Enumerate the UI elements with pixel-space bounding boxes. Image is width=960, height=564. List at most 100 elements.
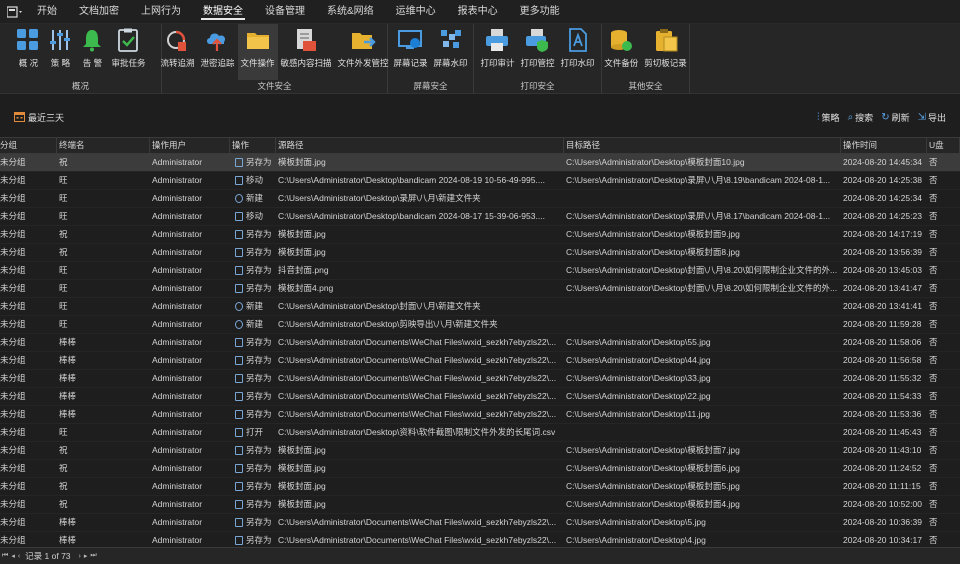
table-cell: 旺 [59, 319, 68, 329]
app-menu-icon[interactable] [4, 3, 26, 21]
record-count: 记录 1 of 73 [25, 551, 71, 561]
table-cell: Administrator [152, 193, 203, 203]
ribbon-button-1-0[interactable]: 流转追溯 [157, 24, 197, 80]
table-row[interactable]: 未分组 祝 Administrator 另存为 模板封面.jpg C:\Users\Adm… [0, 478, 960, 496]
table-row[interactable]: 未分组 旺 Administrator 新建 C:\Users\Administrato… [0, 190, 960, 208]
table-row[interactable]: 未分组 棒棒 Administrator 另存为 C:\Users\Administra… [0, 352, 960, 370]
table-row[interactable]: 未分组 祝 Administrator 另存为 模板封面.jpg C:\Users\Adm… [0, 496, 960, 514]
operation-label: 另存为 [246, 445, 272, 455]
table-row[interactable]: 未分组 旺 Administrator 另存为 模板封面4.png C:\Users\Ad… [0, 280, 960, 298]
menu-item-3[interactable]: 数据安全 [192, 0, 254, 24]
table-cell: Administrator [152, 517, 203, 527]
table-cell: 未分组 [0, 211, 26, 221]
menu-item-4[interactable]: 设备管理 [254, 0, 316, 24]
ribbon-button-0-3[interactable]: 审批任务 [108, 24, 148, 80]
table-row[interactable]: 未分组 棒棒 Administrator 另存为 C:\Users\Administra… [0, 370, 960, 388]
table-cell: 抖音封面.png [278, 265, 329, 275]
toolbar-refresh-button[interactable]: ↻ 刷新 [881, 111, 909, 124]
ribbon-button-0-0[interactable]: 概 况 [12, 24, 44, 80]
table-row[interactable]: 未分组 棒棒 Administrator 另存为 C:\Users\Administra… [0, 388, 960, 406]
menu-item-1[interactable]: 文档加密 [68, 0, 130, 24]
table-row[interactable]: 未分组 旺 Administrator 另存为 抖音封面.png C:\Users\Adm… [0, 262, 960, 280]
menu-item-8[interactable]: 更多功能 [509, 0, 571, 24]
flow-trace-icon [164, 27, 190, 53]
column-header-2[interactable]: 操作用户 [150, 138, 230, 153]
table-cell: 2024-08-20 13:41:47 [843, 283, 922, 293]
operation-cell: 另存为 [230, 280, 276, 297]
menu-item-5[interactable]: 系统&网络 [316, 0, 385, 24]
menu-item-2[interactable]: 上网行为 [130, 0, 192, 24]
table-cell [564, 424, 841, 441]
table-cell: 棒棒 [59, 535, 77, 545]
ribbon-button-1-3[interactable]: 敏感内容扫描 [278, 24, 335, 80]
table-cell: 旺 [59, 265, 68, 275]
table-cell: 棒棒 [59, 373, 77, 383]
first-page-icon[interactable]: ⏮ [2, 552, 9, 560]
table-cell: 未分组 [0, 193, 26, 203]
ribbon-button-3-2[interactable]: 打印水印 [558, 24, 598, 80]
date-range-button[interactable]: 最近三天 [14, 111, 64, 124]
ribbon-button-4-1[interactable]: 剪切板记录 [641, 24, 690, 80]
table-row[interactable]: 未分组 旺 Administrator 打开 C:\Users\Administrato… [0, 424, 960, 442]
ribbon-button-1-4[interactable]: 文件外发管控 [335, 24, 392, 80]
table-row[interactable]: 未分组 棒棒 Administrator 另存为 C:\Users\Administra… [0, 406, 960, 424]
toolbar-export-button[interactable]: ⇲ 导出 [918, 111, 946, 124]
table-row[interactable]: 未分组 旺 Administrator 移动 C:\Users\Administrato… [0, 208, 960, 226]
table-cell: 否 [929, 517, 938, 527]
toolbar-policy-button[interactable]: ⫶ 策略 [817, 111, 840, 124]
table-row[interactable]: 未分组 棒棒 Administrator 另存为 C:\Users\Administra… [0, 334, 960, 352]
column-header-6[interactable]: 操作时间 [841, 138, 927, 153]
table-cell: Administrator [152, 319, 203, 329]
column-header-0[interactable]: 分组 [0, 138, 57, 153]
ribbon-button-2-1[interactable]: 屏幕水印 [431, 24, 471, 80]
table-row[interactable]: 未分组 祝 Administrator 另存为 模板封面.jpg C:\Users\Adm… [0, 226, 960, 244]
toolbar-search-button[interactable]: ⌕ 搜索 [848, 111, 874, 124]
menu-item-7[interactable]: 报表中心 [447, 0, 509, 24]
column-header-4[interactable]: 源路径 [276, 138, 564, 153]
table-cell: 未分组 [0, 499, 26, 509]
last-page-icon[interactable]: ⏭ [90, 552, 97, 560]
table-row[interactable]: 未分组 棒棒 Administrator 另存为 C:\Users\Administra… [0, 514, 960, 532]
table-cell: 2024-08-20 11:55:32 [843, 373, 922, 383]
column-header-7[interactable]: U盘 [927, 138, 960, 153]
screen-record-icon [397, 27, 423, 53]
table-row[interactable]: 未分组 旺 Administrator 新建 C:\Users\Administrato… [0, 298, 960, 316]
table-cell: 否 [929, 337, 938, 347]
ribbon-button-0-2[interactable]: 告 警 [76, 24, 108, 80]
ribbon-button-2-0[interactable]: 屏幕记录 [390, 24, 430, 80]
prev-item-icon[interactable]: ‹ [18, 553, 21, 560]
table-row[interactable]: 未分组 旺 Administrator 新建 C:\Users\Administrato… [0, 316, 960, 334]
operation-cell: 另存为 [230, 514, 276, 531]
column-header-1[interactable]: 终端名 [57, 138, 150, 153]
operation-label: 另存为 [246, 247, 272, 257]
ribbon-button-1-1[interactable]: 泄密追踪 [197, 24, 237, 80]
table-cell: 未分组 [0, 445, 26, 455]
table-cell: 棒棒 [59, 409, 77, 419]
operation-label: 另存为 [246, 409, 272, 419]
ribbon-button-label: 剪切板记录 [644, 58, 687, 68]
table-cell: 模板封面.jpg [278, 445, 326, 455]
table-row[interactable]: 未分组 旺 Administrator 移动 C:\Users\Administrato… [0, 172, 960, 190]
column-header-3[interactable]: 操作 [230, 138, 276, 153]
ribbon-button-0-1[interactable]: 策 略 [44, 24, 76, 80]
next-item-icon[interactable]: › [79, 553, 82, 560]
table-row[interactable]: 未分组 祝 Administrator 另存为 模板封面.jpg C:\Users\Adm… [0, 244, 960, 262]
ribbon-button-4-0[interactable]: 文件备份 [601, 24, 641, 80]
operation-label: 另存为 [246, 517, 272, 527]
table-cell: 未分组 [0, 373, 26, 383]
menu-item-6[interactable]: 运维中心 [385, 0, 447, 24]
table-row[interactable]: 未分组 棒棒 Administrator 另存为 C:\Users\Administra… [0, 532, 960, 547]
table-row[interactable]: 未分组 祝 Administrator 另存为 模板封面.jpg C:\Users\Adm… [0, 154, 960, 172]
table-cell: 旺 [59, 175, 68, 185]
column-header-5[interactable]: 目标路径 [564, 138, 841, 153]
table-row[interactable]: 未分组 祝 Administrator 另存为 模板封面.jpg C:\Users\Adm… [0, 460, 960, 478]
prev-page-icon[interactable]: ◂ [11, 552, 16, 560]
table-cell: 未分组 [0, 319, 26, 329]
next-page-icon[interactable]: ▸ [84, 552, 89, 560]
ribbon-button-3-1[interactable]: 打印管控 [517, 24, 557, 80]
table-cell: 否 [929, 283, 938, 293]
menu-item-0[interactable]: 开始 [26, 0, 68, 24]
ribbon-button-3-0[interactable]: 打印审计 [477, 24, 517, 80]
ribbon-button-1-2[interactable]: 文件操作 [237, 24, 278, 80]
table-row[interactable]: 未分组 祝 Administrator 另存为 模板封面.jpg C:\Users\Adm… [0, 442, 960, 460]
